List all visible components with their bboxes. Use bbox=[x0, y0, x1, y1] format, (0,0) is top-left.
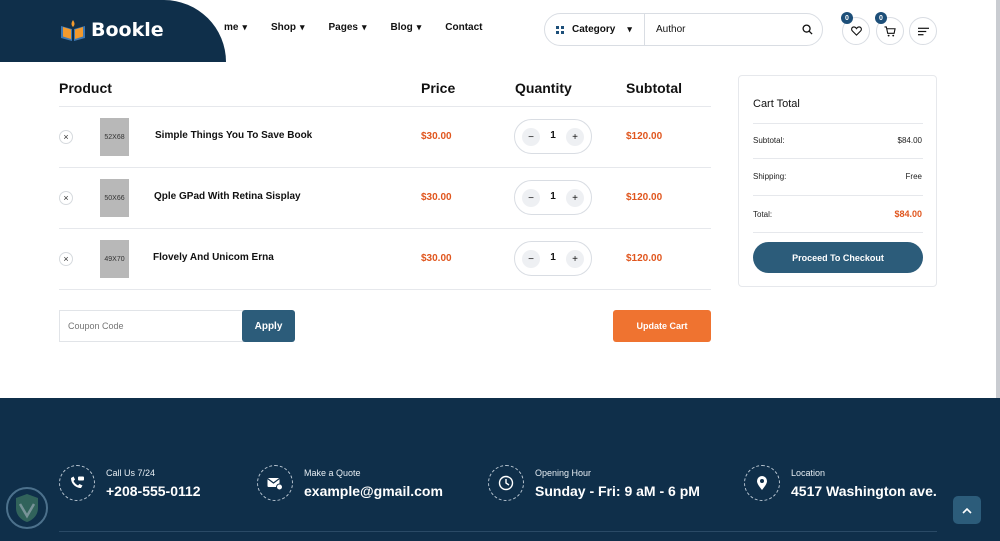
divider bbox=[753, 123, 923, 124]
footer-value: Sunday - Fri: 9 aM - 6 pM bbox=[535, 483, 700, 499]
site-header: Bookle me ▾ Shop ▾ Pages ▾ Blog ▾ Contact Ca… bbox=[0, 0, 1000, 62]
cart-count-badge: 0 bbox=[875, 12, 887, 24]
chevron-down-icon: ▾ bbox=[361, 22, 367, 32]
footer-value: example@gmail.com bbox=[304, 483, 443, 499]
cart-row: × 52X68 Simple Things You To Save Book $… bbox=[59, 107, 711, 167]
row-subtotal: $120.00 bbox=[626, 253, 663, 264]
menu-lines-icon bbox=[917, 27, 929, 35]
product-price: $30.00 bbox=[421, 253, 452, 264]
menu-button[interactable] bbox=[909, 17, 937, 45]
product-name[interactable]: Qple GPad With Retina Sisplay bbox=[154, 191, 301, 202]
quantity-stepper: − 1 + bbox=[514, 180, 592, 215]
price-column-header: Price bbox=[421, 80, 456, 96]
nav-item-shop[interactable]: Shop ▾ bbox=[271, 22, 305, 33]
row-subtotal: $120.00 bbox=[626, 131, 663, 142]
search-icon bbox=[801, 24, 813, 35]
product-price: $30.00 bbox=[421, 131, 452, 142]
site-footer: Call Us 7/24 +208-555-0112 Make a Quote … bbox=[0, 398, 1000, 541]
author-search-input[interactable] bbox=[645, 24, 792, 35]
chevron-down-icon: ▾ bbox=[299, 22, 305, 32]
cart-row: × 49X70 Flovely And Unicom Erna $30.00 −… bbox=[59, 229, 711, 289]
product-name[interactable]: Simple Things You To Save Book bbox=[155, 130, 312, 141]
cart-total-title: Cart Total bbox=[753, 98, 800, 110]
shield-watermark-icon bbox=[6, 487, 48, 529]
cart-icon bbox=[884, 25, 896, 37]
increase-qty-button[interactable]: + bbox=[566, 128, 584, 146]
wishlist-count-badge: 0 bbox=[841, 12, 853, 24]
footer-label: Call Us 7/24 bbox=[106, 468, 156, 478]
product-thumbnail[interactable]: 49X70 bbox=[100, 240, 129, 278]
product-name[interactable]: Flovely And Unicom Erna bbox=[153, 252, 274, 263]
cart-row: × 50X66 Qple GPad With Retina Sisplay $3… bbox=[59, 168, 711, 228]
subtotal-label: Subtotal: bbox=[753, 136, 785, 145]
footer-contact-email[interactable]: Make a Quote example@gmail.com bbox=[257, 463, 443, 501]
remove-item-button[interactable]: × bbox=[59, 252, 73, 266]
wishlist-button[interactable]: 0 bbox=[841, 12, 870, 45]
proceed-to-checkout-button[interactable]: Proceed To Checkout bbox=[753, 242, 923, 273]
product-price: $30.00 bbox=[421, 192, 452, 203]
search-button[interactable] bbox=[792, 24, 822, 35]
footer-value: 4517 Washington ave. bbox=[791, 483, 937, 499]
grid-icon bbox=[556, 25, 564, 34]
search-bar: Category ▾ bbox=[544, 13, 823, 46]
chevron-down-icon: ▾ bbox=[242, 22, 247, 32]
location-pin-icon bbox=[744, 465, 780, 501]
subtotal-column-header: Subtotal bbox=[626, 80, 682, 96]
apply-coupon-button[interactable]: Apply bbox=[242, 310, 295, 342]
product-column-header: Product bbox=[59, 80, 112, 96]
footer-opening-hours: Opening Hour Sunday - Fri: 9 aM - 6 pM bbox=[488, 463, 700, 501]
product-thumbnail[interactable]: 52X68 bbox=[100, 118, 129, 156]
nav-item-blog[interactable]: Blog ▾ bbox=[391, 22, 422, 33]
remove-item-button[interactable]: × bbox=[59, 191, 73, 205]
divider bbox=[753, 232, 923, 233]
footer-value: +208-555-0112 bbox=[106, 483, 201, 499]
logo-area[interactable]: Bookle bbox=[0, 0, 226, 62]
footer-location[interactable]: Location 4517 Washington ave. bbox=[744, 463, 937, 501]
remove-item-button[interactable]: × bbox=[59, 130, 73, 144]
subtotal-value: $84.00 bbox=[897, 136, 922, 145]
nav-item-pages[interactable]: Pages ▾ bbox=[329, 22, 367, 33]
update-cart-button[interactable]: Update Cart bbox=[613, 310, 711, 342]
divider bbox=[753, 195, 923, 196]
coupon-code-input[interactable] bbox=[59, 310, 245, 342]
divider bbox=[753, 158, 923, 159]
scrollbar[interactable] bbox=[996, 0, 1000, 398]
total-label: Total: bbox=[753, 210, 773, 219]
footer-label: Location bbox=[791, 468, 826, 478]
cart-total-card: Cart Total Subtotal: $84.00 Shipping: Fr… bbox=[738, 75, 937, 287]
shipping-label: Shipping: bbox=[753, 172, 787, 181]
row-subtotal: $120.00 bbox=[626, 192, 663, 203]
quantity-stepper: − 1 + bbox=[514, 241, 592, 276]
clock-icon bbox=[488, 465, 524, 501]
divider bbox=[59, 289, 711, 290]
chevron-down-icon: ▾ bbox=[416, 22, 422, 32]
footer-contact-phone[interactable]: Call Us 7/24 +208-555-0112 bbox=[59, 463, 201, 501]
main-nav: me ▾ Shop ▾ Pages ▾ Blog ▾ Contact bbox=[224, 22, 507, 33]
quantity-column-header: Quantity bbox=[515, 80, 572, 96]
footer-divider bbox=[59, 531, 937, 532]
cart-button[interactable]: 0 bbox=[875, 12, 904, 45]
increase-qty-button[interactable]: + bbox=[566, 250, 584, 268]
chevron-up-icon bbox=[962, 507, 972, 514]
total-value: $84.00 bbox=[894, 209, 922, 219]
product-thumbnail[interactable]: 50X66 bbox=[100, 179, 129, 217]
heart-icon bbox=[850, 26, 862, 36]
quantity-stepper: − 1 + bbox=[514, 119, 592, 154]
shipping-value: Free bbox=[905, 172, 922, 181]
nav-item-contact[interactable]: Contact bbox=[445, 22, 482, 33]
footer-label: Make a Quote bbox=[304, 468, 361, 478]
brand-name: Bookle bbox=[91, 19, 164, 41]
chevron-down-icon: ▾ bbox=[627, 24, 632, 34]
scroll-to-top-button[interactable] bbox=[953, 496, 981, 524]
footer-label: Opening Hour bbox=[535, 468, 592, 478]
mail-icon bbox=[257, 465, 293, 501]
increase-qty-button[interactable]: + bbox=[566, 189, 584, 207]
category-dropdown[interactable]: Category ▾ bbox=[545, 14, 645, 45]
book-logo-icon bbox=[61, 20, 85, 41]
cart-page: Bookle me ▾ Shop ▾ Pages ▾ Blog ▾ Contact Ca… bbox=[0, 0, 1000, 541]
phone-icon bbox=[59, 465, 95, 501]
nav-item-home[interactable]: me ▾ bbox=[224, 22, 247, 33]
